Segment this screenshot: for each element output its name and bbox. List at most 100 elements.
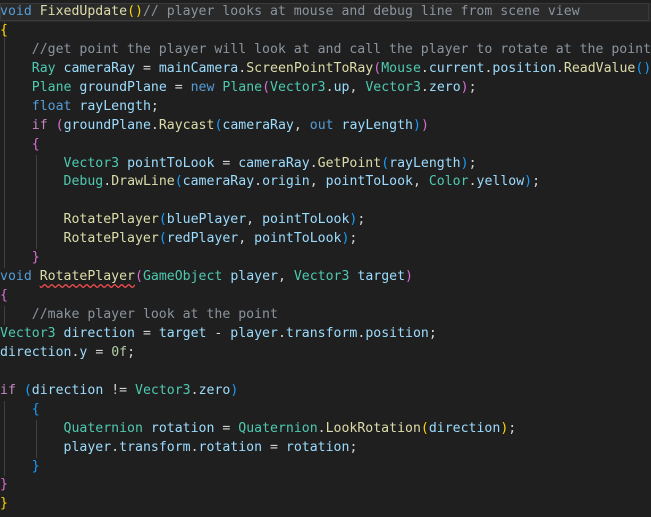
code-token: ) [460,155,469,171]
code-token: target [357,269,406,285]
code-token: = [135,325,159,341]
code-token: , [246,212,263,228]
code-line[interactable]: direction.y = 0f; [0,344,651,363]
code-token: = [262,439,286,455]
code-token: . [555,60,564,76]
code-line[interactable]: } [0,249,651,269]
code-token: origin [262,174,310,190]
code-token: . [317,420,326,436]
code-line[interactable]: RotatePlayer(redPlayer, pointToLook); [0,230,651,250]
code-token: = [87,344,112,360]
code-token: rayLength [389,155,461,171]
code-token: RotatePlayer [63,231,159,247]
code-token: . [150,117,159,133]
code-token: cameraRay [182,174,255,190]
code-token: groundPlane [79,79,167,95]
code-line[interactable]: RotatePlayer(bluePlayer, pointToLook); [0,211,651,231]
code-line[interactable]: { [0,287,651,306]
code-line[interactable] [0,363,651,382]
code-line[interactable]: } [0,457,651,477]
code-line[interactable]: Debug.DrawLine(cameraRay.origin, pointTo… [0,173,651,193]
code-line[interactable] [0,192,651,212]
indent-guide [4,192,5,212]
code-token: pointToLook [262,212,350,228]
code-token: . [103,174,112,190]
code-token: new [190,79,215,95]
code-line[interactable]: void RotatePlayer(GameObject player, Vec… [0,268,651,287]
code-token: , [349,79,366,95]
code-token: ; [357,212,366,228]
code-token: void [0,269,32,285]
code-token: zero [198,382,231,398]
code-token: Vector3 [365,79,421,95]
code-token: rotation [150,420,215,436]
code-token: Vector3 [0,325,56,341]
code-token: groundPlane [63,117,151,133]
code-line[interactable]: //make player look at the point [0,306,651,325]
code-line[interactable]: Vector3 pointToLook = cameraRay.GetPoint… [0,154,651,174]
code-line[interactable]: if (direction != Vector3.zero) [0,382,651,401]
code-token: out [309,117,334,133]
code-token: up [333,79,350,95]
code-token: if [0,382,16,398]
code-token: cameraRay [63,60,136,76]
code-token: Vector3 [135,382,191,398]
code-line[interactable]: { [0,400,651,420]
code-line[interactable]: { [0,135,651,155]
code-token: . [190,382,199,398]
code-token: Color [428,174,469,190]
code-token: ) [405,269,413,285]
code-editor[interactable]: void FixedUpdate()// player looks at mou… [0,0,651,517]
code-token: FixedUpdate [39,4,128,19]
code-token: ( [158,231,167,247]
code-line[interactable]: } [0,495,651,514]
code-token: Plane [31,79,72,95]
code-token: , [277,269,294,285]
code-line[interactable]: { [0,21,651,41]
code-token: current [428,60,485,76]
code-token: Mouse [381,60,421,76]
code-line[interactable]: if (groundPlane.Raycast(cameraRay, out r… [0,116,651,136]
code-token: ReadValue [563,60,636,76]
code-line[interactable]: Plane groundPlane = new Plane(Vector3.up… [0,78,651,98]
code-line[interactable]: float rayLength; [0,97,651,117]
code-token: mainCamera [158,60,239,76]
code-token: , [309,174,326,190]
code-token: rayLength [341,117,413,133]
code-token: //get point the player will look at and … [31,41,651,57]
code-token: player [230,269,278,285]
code-line[interactable]: //get point the player will look at and … [0,40,651,60]
code-token: . [325,79,334,95]
code-line[interactable]: Vector3 direction = target - player.tran… [0,325,651,344]
code-line[interactable]: void FixedUpdate()// player looks at mou… [0,3,651,22]
code-token: ; [468,79,477,95]
code-token: Raycast [158,117,215,133]
code-line[interactable]: Ray cameraRay = mainCamera.ScreenPointTo… [0,59,651,79]
code-token: = [214,420,239,436]
code-token: yellow [476,174,525,190]
code-token: Vector3 [270,79,326,95]
code-token: player [63,439,112,455]
code-token: GetPoint [317,155,382,171]
code-line[interactable]: } [0,476,651,495]
code-token: . [309,155,318,171]
code-line[interactable]: Quaternion rotation = Quaternion.LookRot… [0,419,651,439]
code-token: ; [508,420,517,436]
code-token: target [158,325,207,341]
code-line[interactable]: player.transform.rotation = rotation; [0,438,651,458]
indent-guide [35,192,37,212]
code-token: direction [63,325,135,341]
